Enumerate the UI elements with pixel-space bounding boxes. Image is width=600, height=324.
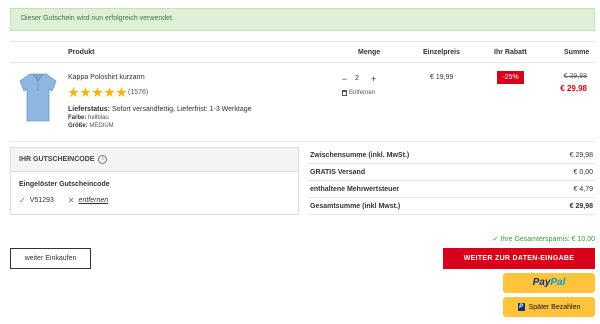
- paypal-logo-pay: Pay: [532, 277, 551, 288]
- star-icon: [92, 87, 103, 98]
- close-icon[interactable]: ✕: [68, 196, 75, 205]
- header-product: Produkt: [68, 49, 95, 56]
- product-color: Farbe: hellblau: [68, 115, 109, 121]
- review-count[interactable]: (1576): [128, 89, 148, 96]
- header-quantity: Menge: [358, 49, 381, 56]
- cart-table-header: Produkt Menge Einzelpreis Ihr Rabatt Sum…: [10, 41, 595, 63]
- product-size: Größe: MEDIUM: [68, 123, 114, 129]
- star-icon: [68, 87, 79, 98]
- quantity-increase-button[interactable]: +: [371, 74, 376, 84]
- vat-row: enthaltene Mehrwertsteuer € 4,79: [308, 181, 595, 198]
- check-icon: ✓: [492, 236, 499, 243]
- delivery-status: Lieferstatus: Sofort versandfertig, Lief…: [68, 106, 252, 113]
- rating-stars: [68, 87, 127, 98]
- total-label: Gesamtsumme (inkl Mwst.): [310, 202, 401, 210]
- star-icon: [116, 87, 127, 98]
- total-value: € 29,98: [569, 202, 593, 210]
- remove-item-label: Entfernen: [349, 90, 376, 96]
- continue-shopping-button[interactable]: weiter Einkaufen: [10, 248, 91, 269]
- product-name[interactable]: Kappa Poloshirt kurzarm: [68, 74, 145, 81]
- paypal-button[interactable]: PayPal: [503, 273, 595, 293]
- delivery-status-label: Lieferstatus:: [68, 106, 111, 113]
- size-label: Größe:: [68, 123, 88, 129]
- shipping-row: GRATIS Versand € 0,00: [308, 164, 595, 181]
- header-unit-price: Einzelpreis: [423, 49, 460, 56]
- new-price: € 29,98: [560, 84, 587, 93]
- star-icon: [80, 87, 91, 98]
- coupon-panel: IHR GUTSCHEINCODE i Eingelöster Gutschei…: [10, 147, 299, 215]
- discount-badge: -25%: [497, 71, 524, 84]
- shipping-value: € 0,00: [573, 168, 593, 176]
- paypal-icon: P: [517, 303, 525, 311]
- total-row: Gesamtsumme (inkl Mwst.) € 29,98: [308, 198, 595, 215]
- size-value: MEDIUM: [89, 123, 114, 129]
- pay-later-label: Später Bezahlen: [528, 303, 581, 311]
- coupon-code: V51293: [29, 197, 54, 204]
- redeemed-coupon: ✓ V51293 ✕ entfernen: [19, 196, 108, 205]
- quantity-decrease-button[interactable]: −: [342, 74, 347, 84]
- order-summary: Zwischensumme (inkl. MwSt.) € 29,98 GRAT…: [308, 147, 595, 215]
- color-label: Farbe:: [68, 115, 87, 121]
- old-price: € 39,98: [563, 73, 587, 80]
- delivery-status-value: Sofort versandfertig, Lieferfrist: 1-3 W…: [111, 106, 252, 113]
- unit-price: € 19,99: [430, 74, 454, 81]
- vat-value: € 4,79: [573, 185, 593, 193]
- remove-coupon-link[interactable]: entfernen: [79, 197, 109, 204]
- product-image[interactable]: [18, 71, 58, 123]
- header-discount: Ihr Rabatt: [494, 49, 527, 56]
- trash-icon: [342, 90, 347, 96]
- subtotal-label: Zwischensumme (inkl. MwSt.): [310, 151, 410, 159]
- checkout-button[interactable]: WEITER ZUR DATEN-EINGABE: [443, 248, 595, 269]
- coupon-heading[interactable]: IHR GUTSCHEINCODE i: [11, 148, 298, 172]
- cart-item-row: Kappa Poloshirt kurzarm (1576) Liefersta…: [10, 63, 595, 142]
- header-sum: Summe: [564, 49, 590, 56]
- shipping-label: GRATIS Versand: [310, 168, 366, 176]
- total-savings: ✓ Ihre Gesamtersparnis: € 10,00: [493, 235, 595, 243]
- total-savings-text: Ihre Gesamtersparnis: € 10,00: [500, 236, 595, 243]
- info-icon[interactable]: i: [98, 155, 108, 164]
- color-value: hellblau: [88, 115, 109, 121]
- star-icon: [104, 87, 115, 98]
- quantity-value[interactable]: 2: [355, 75, 359, 82]
- coupon-heading-label: IHR GUTSCHEINCODE: [19, 156, 95, 163]
- paypal-logo-pal: Pal: [550, 277, 566, 288]
- subtotal-value: € 29,98: [569, 151, 593, 159]
- check-icon: ✓: [19, 196, 26, 205]
- redeemed-coupon-label: Eingelöster Gutscheincode: [19, 181, 110, 188]
- success-alert: Dieser Gutschein wird nun erfolgreich ve…: [10, 8, 595, 31]
- subtotal-row: Zwischensumme (inkl. MwSt.) € 29,98: [308, 147, 595, 164]
- vat-label: enthaltene Mehrwertsteuer: [310, 185, 400, 193]
- remove-item-button[interactable]: Entfernen: [342, 90, 375, 96]
- paypal-pay-later-button[interactable]: P Später Bezahlen: [503, 297, 595, 317]
